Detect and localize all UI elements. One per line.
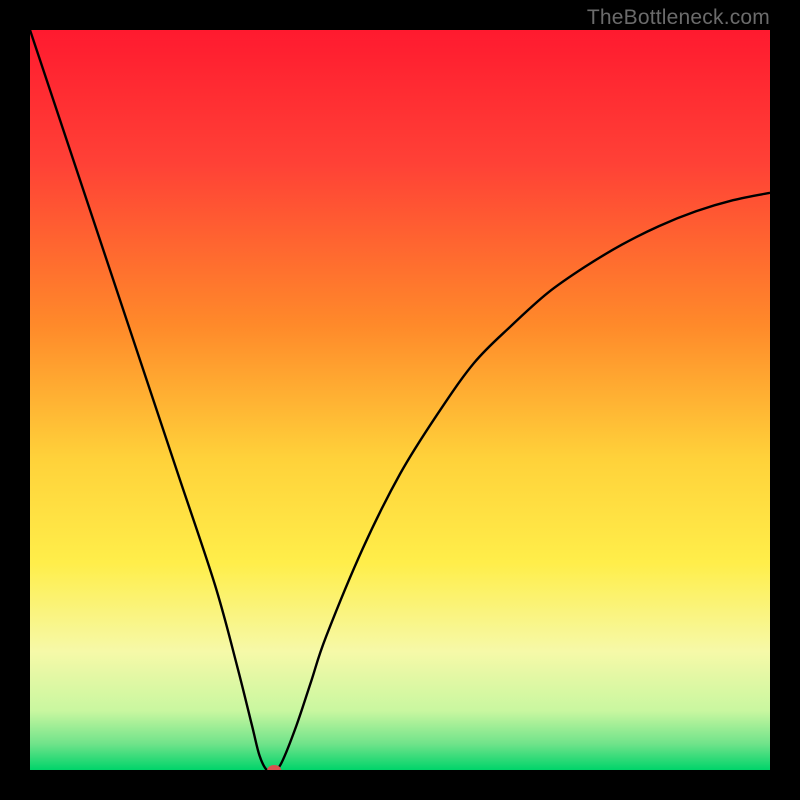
chart-curve-layer <box>30 30 770 770</box>
watermark-text: TheBottleneck.com <box>587 6 770 30</box>
chart-plot-area <box>30 30 770 770</box>
outer-frame: TheBottleneck.com <box>0 0 800 800</box>
bottleneck-curve <box>30 30 770 770</box>
